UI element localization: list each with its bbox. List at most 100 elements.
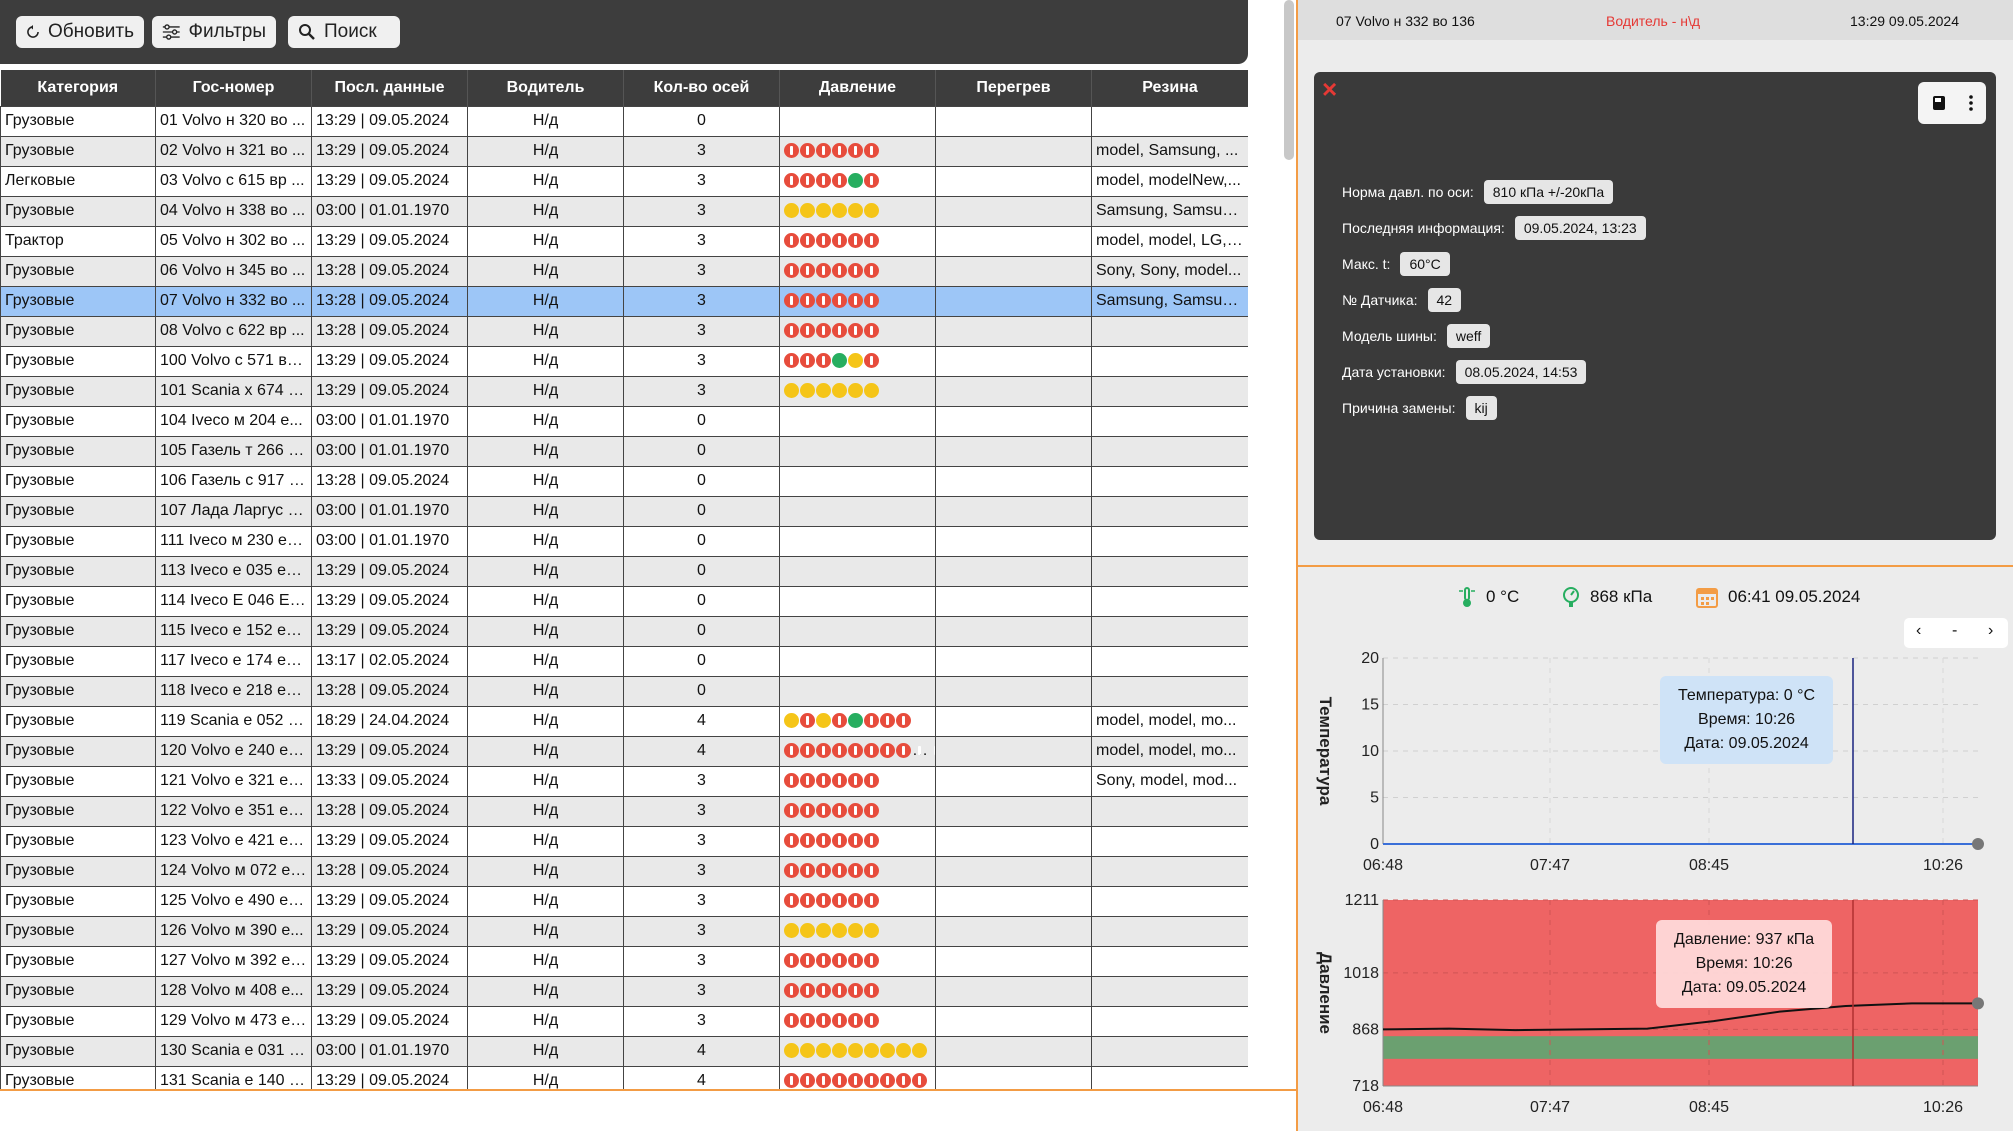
table-row[interactable]: Грузовые 04 Volvo н 338 во ... 03:00 | 01.… <box>0 195 1248 227</box>
prev-button[interactable]: ‹ <box>1916 622 1921 640</box>
cell-category: Грузовые <box>0 645 156 677</box>
table-row[interactable]: Грузовые 06 Volvo н 345 во ... 13:28 | 09.… <box>0 255 1248 287</box>
table-row[interactable]: Грузовые 123 Volvo е 421 ес ... 13:29 | 09… <box>0 825 1248 857</box>
table-row[interactable]: Грузовые 122 Volvo е 351 ес ... 13:28 | 09… <box>0 795 1248 827</box>
table-row[interactable]: Грузовые 128 Volvo м 408 е... 13:29 | 09.0… <box>0 975 1248 1007</box>
y-tick-label: 868 <box>1352 1021 1379 1038</box>
section-divider <box>1298 565 2013 567</box>
table-row[interactable]: Грузовые 120 Volvo е 240 ес... 13:29 | 09.… <box>0 735 1248 767</box>
pressure-alert-icon <box>864 863 879 879</box>
table-row[interactable]: Грузовые 124 Volvo м 072 ес... 13:28 | 09.… <box>0 855 1248 887</box>
cell-last-data: 13:17 | 02.05.2024 <box>311 645 468 677</box>
table-row[interactable]: Грузовые 115 Iveco е 152 ес ... 13:29 | 09… <box>0 615 1248 647</box>
cell-tires: model, model, mo... <box>1091 735 1248 767</box>
table-row[interactable]: Грузовые 01 Volvo н 320 во ... 13:29 | 09.… <box>0 105 1248 137</box>
info-field: Последняя информация: 09.05.2024, 13:23 <box>1342 216 1646 240</box>
table-row[interactable]: Грузовые 113 Iveco е 035 ес ... 13:29 | 09… <box>0 555 1248 587</box>
table-row[interactable]: Грузовые 129 Volvo м 473 ес... 13:29 | 09.… <box>0 1005 1248 1037</box>
tablet-icon[interactable] <box>1932 95 1946 111</box>
table-row[interactable]: Легковые 03 Volvo с 615 вр ... 13:29 | 09.… <box>0 165 1248 197</box>
col-header-tires[interactable]: Резина <box>1091 70 1248 106</box>
pressure-status-dot <box>848 353 863 369</box>
cell-last-data: 03:00 | 01.01.1970 <box>311 195 468 227</box>
x-tick-label: 10:26 <box>1923 1099 1963 1116</box>
pressure-status-dot <box>848 203 863 219</box>
pressure-alert-icon <box>864 773 879 789</box>
cell-pressure <box>779 405 936 437</box>
table-row[interactable]: Грузовые 08 Volvo с 622 вр ... 13:28 | 09.… <box>0 315 1248 347</box>
table-row[interactable]: Грузовые 121 Volvo е 321 ес ... 13:33 | 09… <box>0 765 1248 797</box>
cell-pressure <box>779 195 936 227</box>
pressure-alert-icon <box>800 743 815 759</box>
filters-button[interactable]: Фильтры <box>152 16 276 48</box>
table-row[interactable]: Грузовые 105 Газель т 266 у... 03:00 | 01.… <box>0 435 1248 467</box>
table-row[interactable]: Грузовые 130 Scania е 031 е... 03:00 | 01.… <box>0 1035 1248 1067</box>
cell-last-data: 13:29 | 09.05.2024 <box>311 345 468 377</box>
table-row[interactable]: Грузовые 114 Iveco Е 046 ЕС... 13:29 | 09.… <box>0 585 1248 617</box>
cell-plate: 07 Volvo н 332 во ... <box>155 285 312 317</box>
table-row[interactable]: Грузовые 131 Scania е 140 е... 13:29 | 09.… <box>0 1065 1248 1090</box>
col-header-axles[interactable]: Кол-во осей <box>623 70 780 106</box>
info-value: 60°C <box>1400 252 1450 276</box>
table-row[interactable]: Грузовые 127 Volvo м 392 ес... 13:29 | 09.… <box>0 945 1248 977</box>
cell-driver: Н/д <box>467 645 624 677</box>
search-button[interactable]: Поиск <box>288 16 400 48</box>
vertical-scrollbar[interactable] <box>1284 0 1294 160</box>
table-row[interactable]: Грузовые 125 Volvo е 490 ес... 13:29 | 09.… <box>0 885 1248 917</box>
cell-driver: Н/д <box>467 105 624 137</box>
refresh-button[interactable]: Обновить <box>16 16 144 48</box>
close-icon[interactable]: × <box>1322 74 1337 105</box>
col-header-last-data[interactable]: Посл. данные <box>311 70 468 106</box>
col-header-overheat[interactable]: Перегрев <box>935 70 1092 106</box>
table-row[interactable]: Грузовые 100 Volvo с 571 вх ... 13:29 | 09… <box>0 345 1248 377</box>
cell-last-data: 13:29 | 09.05.2024 <box>311 1005 468 1037</box>
table-row[interactable]: Грузовые 118 Iveco е 218 ес ... 13:28 | 09… <box>0 675 1248 707</box>
col-header-driver[interactable]: Водитель <box>467 70 624 106</box>
y-tick-label: 10 <box>1361 743 1379 760</box>
vehicle-table: Категория Гос-номер Посл. данные Водитель Ко… <box>0 70 1248 1090</box>
table-row[interactable]: Грузовые 107 Лада Ларгус с... 03:00 | 01.0… <box>0 495 1248 527</box>
cell-driver: Н/д <box>467 255 624 287</box>
table-row[interactable]: Грузовые 106 Газель с 917 в... 13:28 | 09.… <box>0 465 1248 497</box>
x-tick-label: 07:47 <box>1530 857 1570 874</box>
pressure-status-dot <box>832 353 847 369</box>
table-row[interactable]: Грузовые 07 Volvo н 332 во ... 13:28 | 09.… <box>0 285 1248 317</box>
table-row[interactable]: Грузовые 126 Volvo м 390 е... 13:29 | 09.0… <box>0 915 1248 947</box>
cell-overheat <box>935 135 1092 167</box>
table-row[interactable]: Трактор 05 Volvo н 302 во ... 13:29 | 09.0… <box>0 225 1248 257</box>
info-label: № Датчика: <box>1342 292 1418 308</box>
pressure-alert-icon <box>784 983 799 999</box>
cell-tires: model, model, mo... <box>1091 705 1248 737</box>
cell-plate: 08 Volvo с 622 вр ... <box>155 315 312 347</box>
col-header-pressure[interactable]: Давление <box>779 70 936 106</box>
cell-overheat <box>935 315 1092 347</box>
table-row[interactable]: Грузовые 119 Scania е 052 е... 18:29 | 24.… <box>0 705 1248 737</box>
pressure-alert-icon <box>832 803 847 819</box>
cell-overheat <box>935 975 1092 1007</box>
cell-category: Грузовые <box>0 135 156 167</box>
table-row[interactable]: Грузовые 101 Scania х 674 е... 13:29 | 09.… <box>0 375 1248 407</box>
cell-category: Грузовые <box>0 195 156 227</box>
table-row[interactable]: Грузовые 02 Volvo н 321 во ... 13:29 | 09.… <box>0 135 1248 167</box>
info-value: weff <box>1446 324 1491 348</box>
cell-overheat <box>935 825 1092 857</box>
table-row[interactable]: Грузовые 117 Iveco е 174 ес ... 13:17 | 02… <box>0 645 1248 677</box>
table-row[interactable]: Грузовые 104 Iveco м 204 е... 03:00 | 01.0… <box>0 405 1248 437</box>
filters-label: Фильтры <box>188 21 266 42</box>
cell-category: Грузовые <box>0 465 156 497</box>
cell-overheat <box>935 885 1092 917</box>
col-header-plate[interactable]: Гос-номер <box>155 70 312 106</box>
col-header-category[interactable]: Категория <box>0 70 156 106</box>
cell-category: Легковые <box>0 165 156 197</box>
cell-tires <box>1091 885 1248 917</box>
cell-axles: 3 <box>623 1005 780 1037</box>
cell-tires <box>1091 525 1248 557</box>
cell-category: Трактор <box>0 225 156 257</box>
reset-button[interactable]: - <box>1952 622 1957 640</box>
next-button[interactable]: › <box>1988 622 1993 640</box>
cell-last-data: 13:29 | 09.05.2024 <box>311 915 468 947</box>
detail-header: 07 Volvo н 332 во 136 Водитель - н\д 13:… <box>1298 0 2013 40</box>
cell-axles: 0 <box>623 615 780 647</box>
table-row[interactable]: Грузовые 111 Iveco м 230 ес ... 03:00 | 01… <box>0 525 1248 557</box>
more-vertical-icon[interactable] <box>1968 94 1974 112</box>
